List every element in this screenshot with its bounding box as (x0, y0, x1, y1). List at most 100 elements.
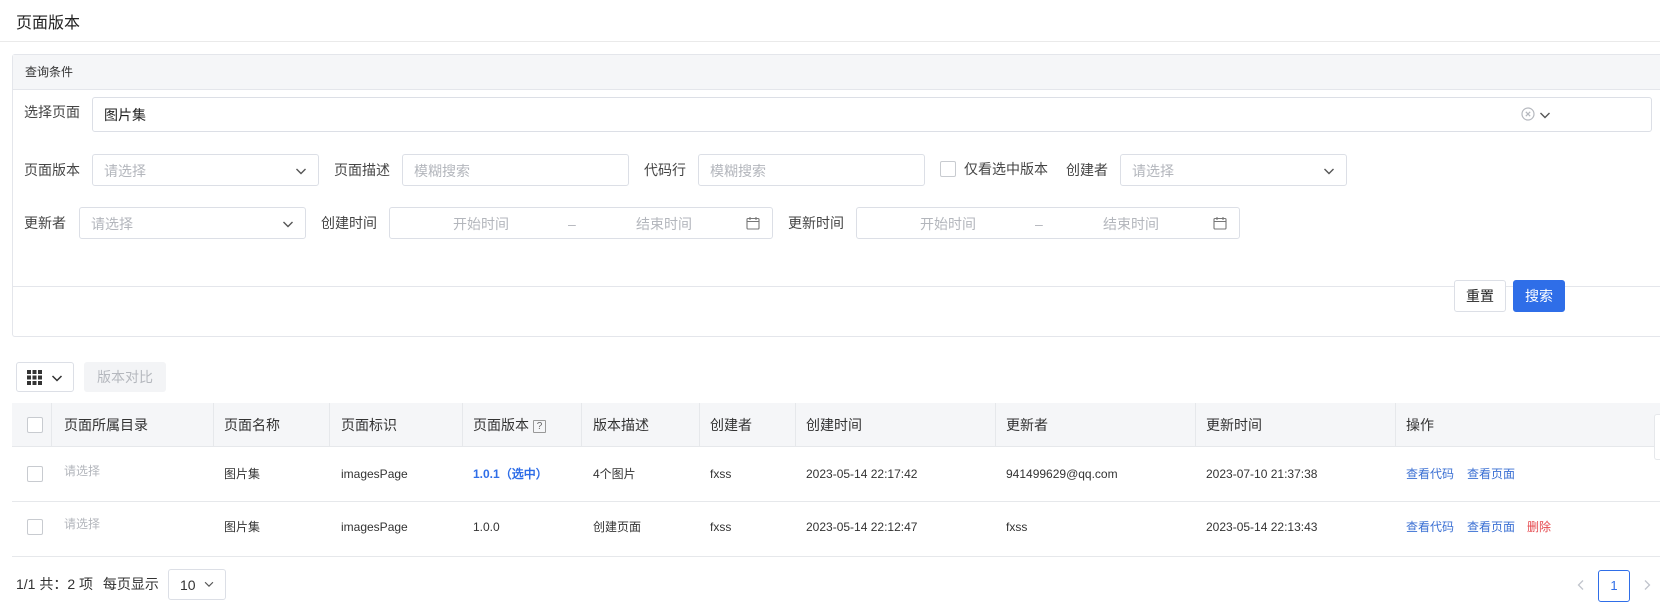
page-size-label: 每页显示 (102, 576, 159, 592)
updater-select[interactable]: 请选择 (79, 207, 306, 239)
only-selected-checkbox[interactable] (940, 161, 956, 177)
chevron-down-icon (1537, 107, 1553, 123)
range-separator: – (568, 216, 576, 232)
col-directory: 页面所属目录 (64, 417, 148, 433)
chevron-down-icon (202, 577, 216, 594)
version-compare-button[interactable]: 版本对比 (84, 362, 166, 392)
view-page-link[interactable]: 查看页面 (1467, 465, 1515, 483)
row-updater: fxss (1006, 520, 1028, 534)
row-updater: 941499629@qq.com (1006, 467, 1118, 481)
updated-start-placeholder[interactable]: 开始时间 (920, 214, 976, 234)
column-divider (699, 403, 700, 447)
search-button[interactable]: 搜索 (1513, 280, 1565, 312)
select-page-label: 选择页面 (24, 104, 80, 120)
prev-page-icon[interactable] (1574, 578, 1588, 592)
row-description: 4个图片 (593, 467, 636, 481)
chevron-down-icon (280, 216, 296, 232)
updater-placeholder: 请选择 (91, 216, 133, 232)
code-line-input[interactable]: 模糊搜索 (698, 154, 925, 186)
page-size-select[interactable]: 10 (168, 569, 226, 600)
row-directory[interactable]: 请选择 (64, 462, 100, 480)
page-version-select[interactable]: 请选择 (92, 154, 319, 186)
updated-time-range[interactable]: 开始时间 – 结束时间 (856, 207, 1240, 239)
panel-divider (13, 286, 1660, 287)
page-desc-input[interactable]: 模糊搜索 (402, 154, 629, 186)
table-row: 请选择 图片集 imagesPage 1.0.1（选中） 4个图片 fxss 2… (12, 447, 1660, 502)
query-panel: 查询条件 选择页面 图片集 页面版本 请选择 页面描述 模糊搜索 代码行 模糊搜… (12, 54, 1660, 337)
table-header: 页面所属目录 页面名称 页面标识 页面版本? 版本描述 创建者 创建时间 更新者… (12, 403, 1660, 447)
row-name: 图片集 (224, 467, 261, 481)
updated-time-label: 更新时间 (788, 215, 844, 231)
delete-link[interactable]: 删除 (1527, 518, 1551, 536)
row-checkbox[interactable] (27, 466, 43, 482)
updater-label: 更新者 (24, 215, 66, 231)
column-settings-button[interactable] (16, 362, 74, 392)
row-created: 2023-05-14 22:12:47 (806, 520, 918, 534)
help-icon[interactable]: ? (533, 420, 546, 433)
calendar-icon (746, 216, 762, 232)
col-updated: 更新时间 (1206, 417, 1262, 433)
updated-end-placeholder[interactable]: 结束时间 (1103, 214, 1159, 234)
row-description: 创建页面 (593, 520, 642, 534)
select-page-value: 图片集 (104, 107, 146, 123)
row-identifier: imagesPage (341, 467, 408, 481)
view-page-link[interactable]: 查看页面 (1467, 518, 1515, 536)
column-divider (1395, 403, 1396, 447)
col-created: 创建时间 (806, 417, 862, 433)
only-selected-label[interactable]: 仅看选中版本 (964, 159, 1048, 179)
chevron-down-icon (1321, 163, 1337, 179)
row-identifier: imagesPage (341, 520, 408, 534)
row-checkbox[interactable] (27, 519, 43, 535)
pagination-total: 1/1 共：2 项 (16, 576, 94, 592)
page-version-placeholder: 请选择 (104, 163, 146, 179)
row-created: 2023-05-14 22:17:42 (806, 467, 918, 481)
pagination-summary: 1/1 共：2 项 每页显示 (16, 574, 159, 594)
creator-placeholder: 请选择 (1132, 163, 1174, 179)
versions-table: 页面所属目录 页面名称 页面标识 页面版本? 版本描述 创建者 创建时间 更新者… (12, 403, 1660, 557)
row-updated: 2023-07-10 21:37:38 (1206, 467, 1318, 481)
creator-select[interactable]: 请选择 (1120, 154, 1347, 186)
column-divider (1195, 403, 1196, 447)
table-row: 请选择 图片集 imagesPage 1.0.0 创建页面 fxss 2023-… (12, 502, 1660, 557)
column-divider (51, 403, 52, 447)
next-page-icon[interactable] (1640, 578, 1654, 592)
fixed-column-shadow (1654, 414, 1660, 460)
page-desc-label: 页面描述 (334, 162, 390, 178)
code-line-label: 代码行 (644, 162, 686, 178)
row-version: 1.0.0 (473, 520, 500, 534)
created-time-range[interactable]: 开始时间 – 结束时间 (389, 207, 773, 239)
reset-button[interactable]: 重置 (1454, 280, 1506, 312)
code-line-placeholder: 模糊搜索 (710, 163, 766, 179)
col-name: 页面名称 (224, 417, 280, 433)
col-creator: 创建者 (710, 417, 752, 433)
grid-icon (27, 370, 42, 388)
page-button-1[interactable]: 1 (1598, 570, 1630, 602)
chevron-down-icon (293, 163, 309, 179)
row-creator: fxss (710, 520, 732, 534)
col-identifier: 页面标识 (341, 417, 397, 433)
view-code-link[interactable]: 查看代码 (1406, 465, 1454, 483)
row-directory[interactable]: 请选择 (64, 515, 100, 533)
col-description: 版本描述 (593, 417, 649, 433)
range-separator: – (1035, 216, 1043, 232)
select-page-dropdown[interactable]: 图片集 (92, 97, 1652, 132)
page-desc-placeholder: 模糊搜索 (414, 163, 470, 179)
column-divider (462, 403, 463, 447)
row-creator: fxss (710, 467, 732, 481)
col-version-label: 页面版本 (473, 417, 529, 433)
view-code-link[interactable]: 查看代码 (1406, 518, 1454, 536)
page-size-value: 10 (180, 577, 196, 593)
created-end-placeholder[interactable]: 结束时间 (636, 214, 692, 234)
select-all-checkbox[interactable] (27, 417, 43, 433)
created-time-label: 创建时间 (321, 215, 377, 231)
page-version-label: 页面版本 (24, 162, 80, 178)
column-divider (995, 403, 996, 447)
column-divider (213, 403, 214, 447)
title-divider (0, 41, 1660, 42)
column-divider (795, 403, 796, 447)
row-updated: 2023-05-14 22:13:43 (1206, 520, 1318, 534)
created-start-placeholder[interactable]: 开始时间 (453, 214, 509, 234)
clear-icon[interactable] (1521, 107, 1537, 123)
creator-label: 创建者 (1066, 162, 1108, 178)
row-version: 1.0.1（选中） (473, 467, 548, 481)
